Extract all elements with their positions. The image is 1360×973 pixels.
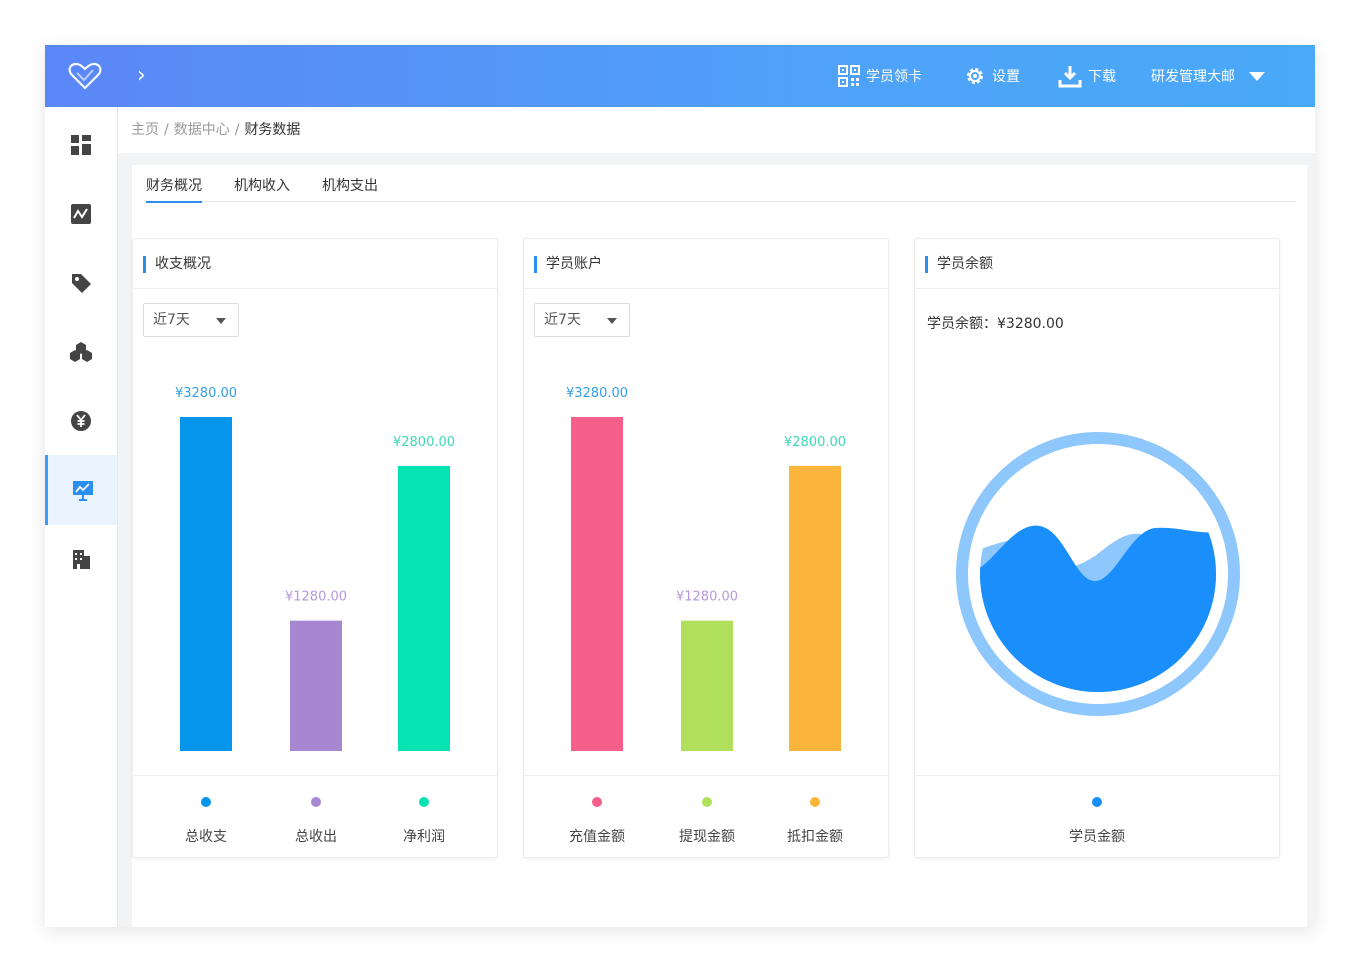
app-window: › 学员领卡 设置 下载 研发管理大邮 主页 / 数据中心 / 财务数据 财务概… xyxy=(45,45,1315,927)
chevron-down-icon xyxy=(1249,71,1265,81)
dashboard-icon xyxy=(71,135,91,155)
bar-value-label: ¥1280.00 xyxy=(676,590,738,605)
card-header: 学员余额 xyxy=(915,239,1279,289)
expand-sidebar-icon[interactable]: › xyxy=(137,63,146,89)
chart-legend: 充值金额 提现金额 抵扣金额 xyxy=(524,775,888,858)
settings-label: 设置 xyxy=(992,69,1020,85)
card-title: 收支概况 xyxy=(143,256,211,273)
legend-dot xyxy=(1092,797,1102,807)
main-content: 主页 / 数据中心 / 财务数据 财务概况 机构收入 机构支出 收支概况 近7天 ¥32… xyxy=(118,107,1315,927)
bar-value-label: ¥2800.00 xyxy=(393,435,455,450)
card-header: 学员账户 xyxy=(524,239,888,289)
tab-org-income[interactable]: 机构收入 xyxy=(234,175,290,201)
heart-logo-icon[interactable] xyxy=(67,61,103,91)
breadcrumb-home[interactable]: 主页 xyxy=(131,122,159,138)
sidebar-item-resources[interactable] xyxy=(45,317,117,387)
qrcode-icon xyxy=(838,65,860,87)
chart-legend: 总收支 总收出 净利润 xyxy=(133,775,497,858)
student-account-chart: ¥3280.00 ¥1280.00 ¥2800.00 xyxy=(566,386,846,751)
gear-icon xyxy=(964,65,986,87)
bar-value-label: ¥3280.00 xyxy=(175,386,237,401)
yuan-icon xyxy=(71,411,91,431)
legend-label: 总收出 xyxy=(295,829,337,845)
trend-chart-icon xyxy=(72,481,93,501)
legend-dot xyxy=(810,797,820,807)
sidebar-item-tags[interactable] xyxy=(45,248,117,318)
download-button[interactable]: 下载 xyxy=(1058,63,1116,89)
legend-dot xyxy=(592,797,602,807)
tab-org-expense[interactable]: 机构支出 xyxy=(322,175,378,201)
breadcrumb: 主页 / 数据中心 / 财务数据 xyxy=(118,107,1315,153)
building-icon xyxy=(73,550,90,569)
bar-1[interactable] xyxy=(571,417,623,751)
legend-dot xyxy=(419,797,429,807)
chart-card-icon xyxy=(71,204,91,224)
cubes-icon xyxy=(70,342,92,362)
student-account-card: 学员账户 近7天 ¥3280.00 ¥1280.00 ¥2800.00 充值金额 提现… xyxy=(523,238,889,858)
finance-panel: 财务概况 机构收入 机构支出 收支概况 近7天 ¥3280.00 ¥1280.00… xyxy=(132,165,1307,927)
topbar: › 学员领卡 设置 下载 研发管理大邮 xyxy=(45,45,1315,107)
breadcrumb-data-center[interactable]: 数据中心 xyxy=(174,122,230,138)
bar-3[interactable] xyxy=(398,465,450,751)
sidebar-item-organization[interactable] xyxy=(45,524,117,594)
legend-dot xyxy=(311,797,321,807)
bar-value-label: ¥3280.00 xyxy=(566,386,628,401)
student-card-button[interactable]: 学员领卡 xyxy=(838,63,922,89)
legend-label: 净利润 xyxy=(403,829,445,845)
card-header: 收支概况 xyxy=(133,239,497,289)
legend-label: 充值金额 xyxy=(569,829,625,845)
sidebar-item-report[interactable] xyxy=(45,179,117,249)
download-label: 下载 xyxy=(1088,69,1116,85)
range-select[interactable]: 近7天 xyxy=(143,303,239,337)
sidebar-item-dashboard[interactable] xyxy=(45,110,117,180)
tab-bar: 财务概况 机构收入 机构支出 xyxy=(146,165,1296,203)
bar-2[interactable] xyxy=(681,620,733,751)
income-expense-chart: ¥3280.00 ¥1280.00 ¥2800.00 xyxy=(175,386,455,751)
balance-amount: 学员余额：¥3280.00 xyxy=(927,316,1064,332)
sidebar-item-data-center[interactable] xyxy=(45,455,117,525)
sidebar-item-finance[interactable] xyxy=(45,386,117,456)
bar-value-label: ¥1280.00 xyxy=(285,590,347,605)
card-title: 学员账户 xyxy=(534,256,602,273)
sidebar xyxy=(45,107,118,927)
username: 研发管理大邮 xyxy=(1151,69,1235,85)
legend-dot xyxy=(702,797,712,807)
student-card-label: 学员领卡 xyxy=(866,69,922,85)
caret-down-icon xyxy=(216,318,226,324)
bar-3[interactable] xyxy=(789,465,841,751)
bar-value-label: ¥2800.00 xyxy=(784,435,846,450)
balance-liquid-gauge xyxy=(956,432,1240,716)
range-select-value: 近7天 xyxy=(153,312,190,328)
range-select[interactable]: 近7天 xyxy=(534,303,630,337)
tag-icon xyxy=(72,274,91,293)
chart-legend: 学员金额 xyxy=(915,775,1279,858)
income-expense-card: 收支概况 近7天 ¥3280.00 ¥1280.00 ¥2800.00 总收支 总收出… xyxy=(132,238,498,858)
legend-dot xyxy=(201,797,211,807)
tab-finance-overview[interactable]: 财务概况 xyxy=(146,175,202,203)
user-menu[interactable]: 研发管理大邮 xyxy=(1151,63,1265,89)
caret-down-icon xyxy=(607,318,617,324)
settings-button[interactable]: 设置 xyxy=(964,63,1020,89)
bar-1[interactable] xyxy=(180,417,232,751)
legend-label: 抵扣金额 xyxy=(787,829,843,845)
card-title: 学员余额 xyxy=(925,256,993,273)
range-select-value: 近7天 xyxy=(544,312,581,328)
breadcrumb-current: 财务数据 xyxy=(244,122,301,138)
bar-2[interactable] xyxy=(290,620,342,751)
download-icon xyxy=(1058,64,1082,88)
legend-label: 提现金额 xyxy=(679,829,735,845)
student-balance-card: 学员余额 学员余额：¥3280.00 学员金额 xyxy=(914,238,1280,858)
legend-label: 总收支 xyxy=(185,829,227,845)
legend-label: 学员金额 xyxy=(1069,829,1125,845)
